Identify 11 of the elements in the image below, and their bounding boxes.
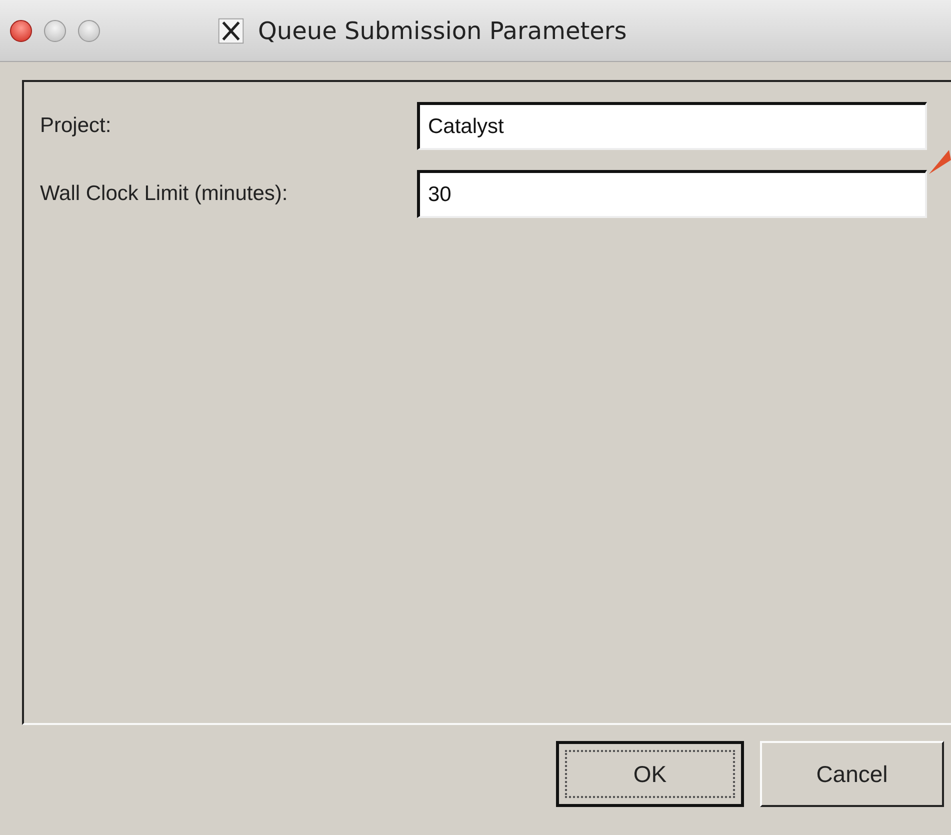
window-title: Queue Submission Parameters	[258, 16, 627, 44]
close-button[interactable]	[10, 20, 32, 42]
minimize-button[interactable]	[44, 20, 66, 42]
x-logo-icon	[218, 18, 244, 44]
field-label: Wall Clock Limit (minutes):	[40, 182, 289, 206]
input-field[interactable]: 30	[417, 170, 927, 218]
zoom-button[interactable]	[78, 20, 100, 42]
cancel-button[interactable]: Cancel	[760, 741, 944, 807]
input-field[interactable]: Catalyst	[417, 102, 927, 150]
field-label: Project:	[40, 114, 112, 138]
ok-button[interactable]: OK	[556, 741, 744, 807]
